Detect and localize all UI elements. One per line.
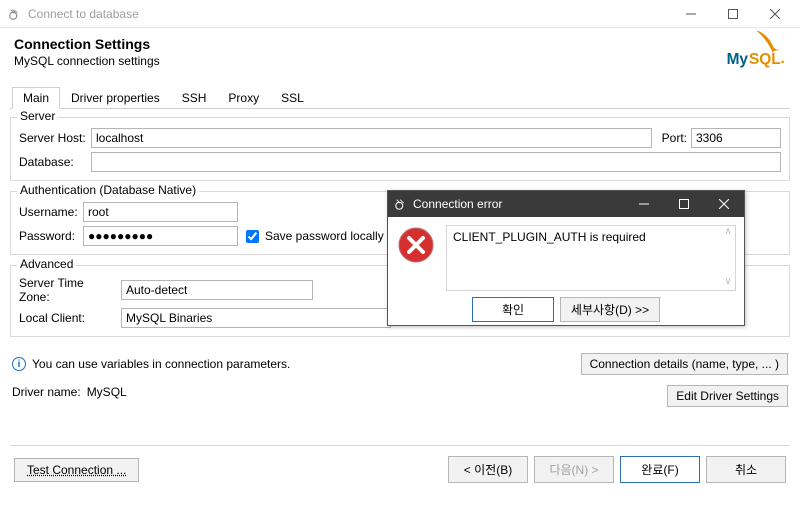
timezone-label: Server Time Zone: bbox=[19, 276, 117, 304]
error-message: CLIENT_PLUGIN_AUTH is required bbox=[453, 230, 646, 244]
cancel-button[interactable]: 취소 bbox=[706, 456, 786, 483]
tabs: Main Driver properties SSH Proxy SSL bbox=[10, 86, 790, 109]
database-input[interactable] bbox=[91, 152, 781, 172]
info-icon: i bbox=[12, 357, 26, 371]
tab-ssh[interactable]: SSH bbox=[171, 87, 218, 109]
svg-text:My: My bbox=[727, 51, 749, 68]
scroll-up-icon[interactable]: ∧ bbox=[721, 226, 735, 240]
tab-ssl[interactable]: SSL bbox=[270, 87, 315, 109]
server-legend: Server bbox=[17, 109, 58, 123]
next-button[interactable]: 다음(N) > bbox=[534, 456, 614, 483]
error-textbox: CLIENT_PLUGIN_AUTH is required ∧ ∨ bbox=[446, 225, 736, 291]
localclient-select[interactable]: MySQL Binaries bbox=[121, 308, 391, 328]
finish-button[interactable]: 완료(F) bbox=[620, 456, 700, 483]
timezone-select[interactable]: Auto-detect bbox=[121, 280, 313, 300]
password-label: Password: bbox=[19, 229, 79, 243]
advanced-legend: Advanced bbox=[17, 257, 76, 271]
tab-proxy[interactable]: Proxy bbox=[217, 87, 270, 109]
dialog-minimize-button[interactable] bbox=[624, 191, 664, 217]
dialog-maximize-button[interactable] bbox=[664, 191, 704, 217]
port-input[interactable] bbox=[691, 128, 781, 148]
test-connection-button[interactable]: Test Connection ... bbox=[14, 458, 139, 482]
edit-driver-button[interactable]: Edit Driver Settings bbox=[667, 385, 788, 407]
tab-driver-properties[interactable]: Driver properties bbox=[60, 87, 171, 109]
svg-text:SQL: SQL bbox=[749, 51, 781, 68]
maximize-button[interactable] bbox=[712, 2, 754, 26]
mysql-logo-icon: My SQL bbox=[714, 28, 784, 75]
dialog-details-button[interactable]: 세부사항(D) >> bbox=[560, 297, 660, 322]
page-title: Connection Settings bbox=[14, 36, 786, 52]
connection-details-button[interactable]: Connection details (name, type, ... ) bbox=[581, 353, 788, 375]
scroll-down-icon[interactable]: ∨ bbox=[721, 276, 735, 290]
close-button[interactable] bbox=[754, 2, 796, 26]
page-subtitle: MySQL connection settings bbox=[14, 54, 786, 68]
error-dialog: Connection error CLIENT_PLUGIN_AUTH is r… bbox=[387, 190, 745, 326]
save-password-checkbox[interactable] bbox=[246, 230, 259, 243]
tab-main[interactable]: Main bbox=[12, 87, 60, 109]
host-label: Server Host: bbox=[19, 131, 87, 145]
dialog-ok-button[interactable]: 확인 bbox=[472, 297, 554, 322]
window-title: Connect to database bbox=[28, 7, 139, 21]
host-input[interactable] bbox=[91, 128, 652, 148]
username-label: Username: bbox=[19, 205, 79, 219]
auth-legend: Authentication (Database Native) bbox=[17, 183, 199, 197]
prev-button[interactable]: < 이전(B) bbox=[448, 456, 528, 483]
dialog-app-icon bbox=[394, 197, 408, 211]
minimize-button[interactable] bbox=[670, 2, 712, 26]
database-label: Database: bbox=[19, 155, 87, 169]
error-icon bbox=[396, 225, 436, 265]
password-input[interactable] bbox=[83, 226, 238, 246]
driver-name-value: MySQL bbox=[87, 385, 127, 407]
save-password-label: Save password locally bbox=[265, 229, 384, 243]
port-label: Port: bbox=[662, 131, 687, 145]
localclient-label: Local Client: bbox=[19, 311, 117, 325]
info-text: You can use variables in connection para… bbox=[32, 357, 290, 371]
driver-name-label: Driver name: bbox=[12, 385, 81, 407]
username-input[interactable] bbox=[83, 202, 238, 222]
app-icon bbox=[8, 7, 22, 21]
dialog-close-button[interactable] bbox=[704, 191, 744, 217]
dialog-title: Connection error bbox=[413, 197, 502, 211]
